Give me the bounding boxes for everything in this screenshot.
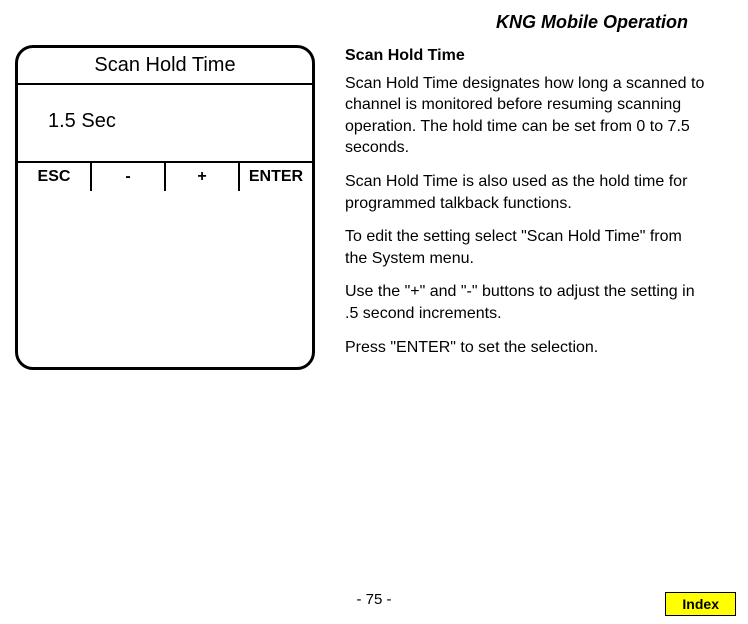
text-para-5: Press "ENTER" to set the selection.: [345, 337, 705, 359]
device-title: Scan Hold Time: [18, 48, 312, 85]
text-heading: Scan Hold Time: [345, 45, 705, 67]
minus-button[interactable]: -: [92, 163, 166, 191]
text-para-2: Scan Hold Time is also used as the hold …: [345, 171, 705, 214]
page-header-title: KNG Mobile Operation: [496, 12, 688, 33]
text-para-4: Use the "+" and "-" buttons to adjust th…: [345, 281, 705, 324]
esc-button[interactable]: ESC: [18, 163, 92, 191]
text-column: Scan Hold Time Scan Hold Time designates…: [345, 45, 705, 370]
device-panel: Scan Hold Time 1.5 Sec ESC - + ENTER: [15, 45, 315, 370]
plus-button[interactable]: +: [166, 163, 240, 191]
index-button[interactable]: Index: [665, 592, 736, 616]
content-row: Scan Hold Time 1.5 Sec ESC - + ENTER Sca…: [15, 45, 705, 370]
device-value: 1.5 Sec: [18, 85, 312, 161]
enter-button[interactable]: ENTER: [240, 163, 312, 191]
text-para-3: To edit the setting select "Scan Hold Ti…: [345, 226, 705, 269]
text-para-1: Scan Hold Time designates how long a sca…: [345, 73, 705, 159]
page-number: - 75 -: [356, 591, 391, 608]
device-button-row: ESC - + ENTER: [18, 161, 312, 191]
